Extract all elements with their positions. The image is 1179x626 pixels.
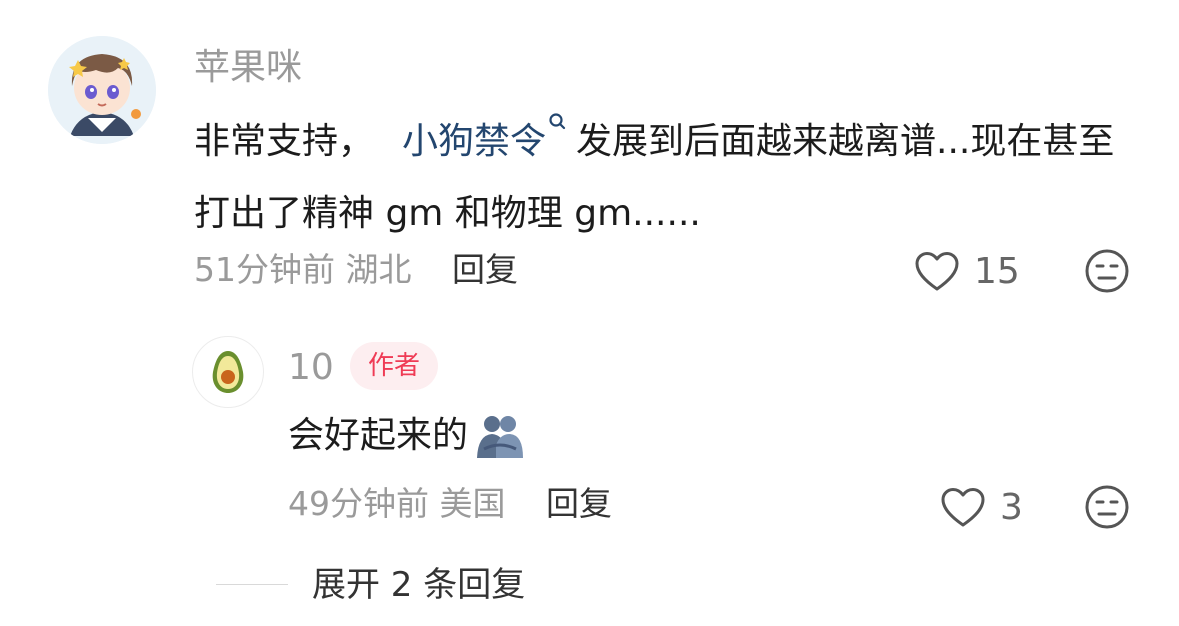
heart-outline-icon — [915, 252, 959, 291]
anime-avatar-illustration — [48, 36, 156, 144]
reply-button[interactable]: 回复 — [452, 250, 518, 289]
like-count: 15 — [974, 251, 1020, 292]
avatar[interactable] — [48, 36, 156, 144]
heart-outline-icon — [941, 488, 985, 527]
mention-label: 小狗禁令 — [402, 121, 547, 162]
reply-like-count: 3 — [1000, 487, 1023, 528]
reply-avatar[interactable] — [192, 336, 264, 408]
divider — [216, 584, 288, 585]
comment-meta: 51分钟前 湖北 回复 — [194, 248, 518, 292]
dislike-button[interactable] — [1084, 248, 1130, 298]
reply-meta: 49分钟前 美国 回复 — [288, 482, 612, 526]
expand-replies-button[interactable]: 展开 2 条回复 — [312, 562, 525, 608]
meh-face-icon — [1085, 249, 1129, 293]
reply-text: 会好起来的 — [288, 408, 526, 464]
people-hugging-emoji — [477, 416, 524, 458]
reply-timestamp: 49分钟前 — [288, 484, 429, 523]
comment-thread: 苹果咪 非常支持， 小狗禁令 发展到后面越来越离谱...现在甚至打出了精神 gm 和… — [0, 0, 1179, 626]
timestamp: 51分钟前 — [194, 250, 335, 289]
reply-text-content: 会好起来的 — [288, 415, 469, 456]
reply-like-button[interactable]: 3 — [940, 486, 1023, 530]
comment-text: 非常支持， 小狗禁令 发展到后面越来越离谱...现在甚至打出了精神 gm 和物理 g… — [194, 106, 1124, 250]
mention-link[interactable]: 小狗禁令 — [402, 113, 576, 162]
reply-location: 美国 — [439, 484, 506, 523]
avocado-icon — [212, 351, 244, 393]
search-icon — [549, 113, 566, 130]
reply-to-reply-button[interactable]: 回复 — [546, 484, 612, 523]
author-badge: 作者 — [350, 342, 439, 390]
username[interactable]: 苹果咪 — [194, 44, 302, 92]
like-button[interactable]: 15 — [914, 250, 1020, 294]
reply-dislike-button[interactable] — [1084, 484, 1130, 534]
meh-face-icon — [1085, 485, 1129, 529]
location: 湖北 — [345, 250, 412, 289]
comment-text-before: 非常支持， — [194, 121, 375, 162]
reply-username[interactable]: 10 — [288, 344, 334, 392]
